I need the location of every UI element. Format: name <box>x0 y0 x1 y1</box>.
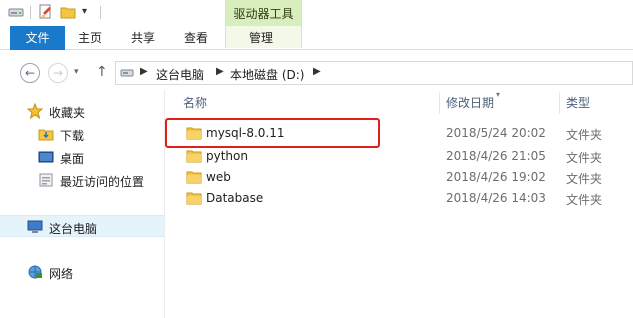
file-date: 2018/4/26 14:03 <box>446 191 546 205</box>
folder-icon <box>186 190 202 205</box>
breadcrumb-separator-icon[interactable]: ▶ <box>140 66 148 77</box>
properties-icon[interactable] <box>38 4 54 20</box>
tab-home[interactable]: 主页 <box>78 26 102 50</box>
drive-icon <box>8 4 24 20</box>
file-date: 2018/4/26 19:02 <box>446 170 546 184</box>
file-type: 文件夹 <box>566 193 603 207</box>
tab-manage[interactable]: 管理 <box>249 26 273 50</box>
context-tab-label: 驱动器工具 <box>233 7 294 21</box>
file-row[interactable]: Database 2018/4/26 14:03 文件夹 <box>174 188 629 208</box>
column-header-type[interactable]: 类型 <box>566 94 590 111</box>
new-folder-icon[interactable] <box>60 4 76 20</box>
recent-places-icon <box>38 172 54 188</box>
navigation-pane: 收藏夹 下载 桌面 最近访问的位置 这台电脑 网络 <box>0 90 165 318</box>
column-divider[interactable] <box>559 92 560 114</box>
file-name: Database <box>206 191 264 205</box>
file-type: 文件夹 <box>566 151 603 165</box>
network-icon <box>27 264 43 280</box>
highlight-annotation <box>165 118 380 148</box>
drive-icon <box>120 66 134 83</box>
nav-favorites-label: 收藏夹 <box>49 106 86 120</box>
context-tab-header: 驱动器工具 <box>226 0 301 26</box>
nav-this-pc[interactable]: 这台电脑 <box>0 215 164 237</box>
star-icon <box>26 102 44 120</box>
nav-network-label: 网络 <box>49 267 74 281</box>
file-date: 2018/4/26 21:05 <box>446 149 546 163</box>
tab-file[interactable]: 文件 <box>10 26 65 50</box>
tab-share[interactable]: 共享 <box>131 26 155 50</box>
tab-view[interactable]: 查看 <box>184 26 208 50</box>
nav-desktop-label: 桌面 <box>60 152 85 166</box>
title-bar: ▾ <box>0 0 633 26</box>
back-button[interactable]: ← <box>20 63 40 83</box>
file-name: python <box>206 149 248 163</box>
computer-icon <box>27 219 43 235</box>
nav-downloads[interactable]: 下载 <box>0 123 164 145</box>
desktop-icon <box>38 149 54 165</box>
column-divider[interactable] <box>439 92 440 114</box>
nav-this-pc-label: 这台电脑 <box>49 222 98 236</box>
arrow-up-icon: ↑ <box>96 64 108 80</box>
folder-icon <box>186 148 202 163</box>
breadcrumb-separator-icon[interactable]: ▶ <box>313 66 321 77</box>
arrow-left-icon: ← <box>24 66 36 80</box>
arrow-right-icon: → <box>52 66 64 80</box>
nav-recent-places-label: 最近访问的位置 <box>60 175 145 189</box>
nav-desktop[interactable]: 桌面 <box>0 146 164 168</box>
breadcrumb-separator-icon[interactable]: ▶ <box>216 66 224 77</box>
file-name: web <box>206 170 231 184</box>
breadcrumb-local-disk-d[interactable]: 本地磁盘 (D:) <box>230 66 304 83</box>
file-row[interactable]: web 2018/4/26 19:02 文件夹 <box>174 167 629 187</box>
toolbar-separator <box>100 6 101 19</box>
nav-recent-places[interactable]: 最近访问的位置 <box>0 169 164 191</box>
forward-button[interactable]: → <box>48 63 68 83</box>
navigation-bar: ← → ▾ ↑ ▶ 这台电脑 ▶ 本地磁盘 (D:) ▶ <box>0 56 633 90</box>
file-type: 文件夹 <box>566 172 603 186</box>
column-header-date-modified[interactable]: 修改日期 <box>446 94 494 111</box>
address-bar[interactable]: ▶ 这台电脑 ▶ 本地磁盘 (D:) ▶ <box>115 61 633 85</box>
folder-icon <box>186 169 202 184</box>
up-button[interactable]: ↑ <box>96 64 108 80</box>
nav-network[interactable]: 网络 <box>0 261 164 283</box>
column-header-name[interactable]: 名称 <box>183 94 207 111</box>
breadcrumb-this-pc[interactable]: 这台电脑 <box>156 66 204 83</box>
toolbar-separator <box>30 6 31 19</box>
sort-descending-icon: ▾ <box>496 90 501 99</box>
nav-downloads-label: 下载 <box>60 129 85 143</box>
ribbon-tabs: 文件 主页 共享 查看 管理 <box>0 26 633 50</box>
file-date: 2018/5/24 20:02 <box>446 126 546 140</box>
nav-favorites[interactable]: 收藏夹 <box>0 100 164 122</box>
file-row[interactable]: python 2018/4/26 21:05 文件夹 <box>174 146 629 166</box>
file-type: 文件夹 <box>566 128 603 142</box>
recent-locations-chevron-icon[interactable]: ▾ <box>74 67 79 77</box>
customize-toolbar-icon[interactable]: ▾ <box>82 6 98 22</box>
download-folder-icon <box>38 126 54 142</box>
